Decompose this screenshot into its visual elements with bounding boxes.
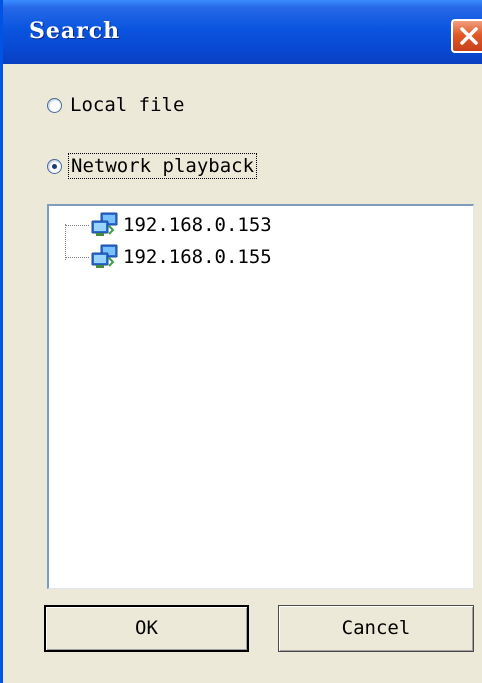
tree-item[interactable]: 192.168.0.153 [65, 212, 272, 238]
tree-item-label: 192.168.0.155 [123, 246, 272, 268]
cancel-button[interactable]: Cancel [278, 605, 474, 652]
tree-branch [65, 256, 89, 258]
network-playback-option[interactable]: Network playback [47, 153, 258, 179]
local-file-radio[interactable] [47, 97, 62, 113]
search-dialog: Search Local file Network playback 192.1… [0, 0, 482, 683]
title-bar[interactable]: Search [3, 0, 482, 64]
network-computer-icon [91, 212, 118, 236]
network-computer-icon [91, 244, 118, 268]
local-file-label: Local file [70, 94, 185, 116]
close-icon [460, 27, 478, 45]
network-playback-label: Network playback [67, 153, 258, 179]
tree-item-label: 192.168.0.153 [123, 214, 272, 236]
network-playback-radio[interactable] [47, 158, 62, 174]
local-file-option[interactable]: Local file [47, 92, 184, 118]
window-title: Search [29, 18, 121, 44]
tree-item[interactable]: 192.168.0.155 [65, 244, 272, 270]
tree-branch [65, 224, 89, 226]
ok-button[interactable]: OK [44, 605, 249, 652]
close-button[interactable] [451, 19, 482, 53]
device-tree[interactable]: 192.168.0.153 192.168.0.155 [47, 204, 474, 589]
radio-selected-dot [52, 163, 57, 169]
